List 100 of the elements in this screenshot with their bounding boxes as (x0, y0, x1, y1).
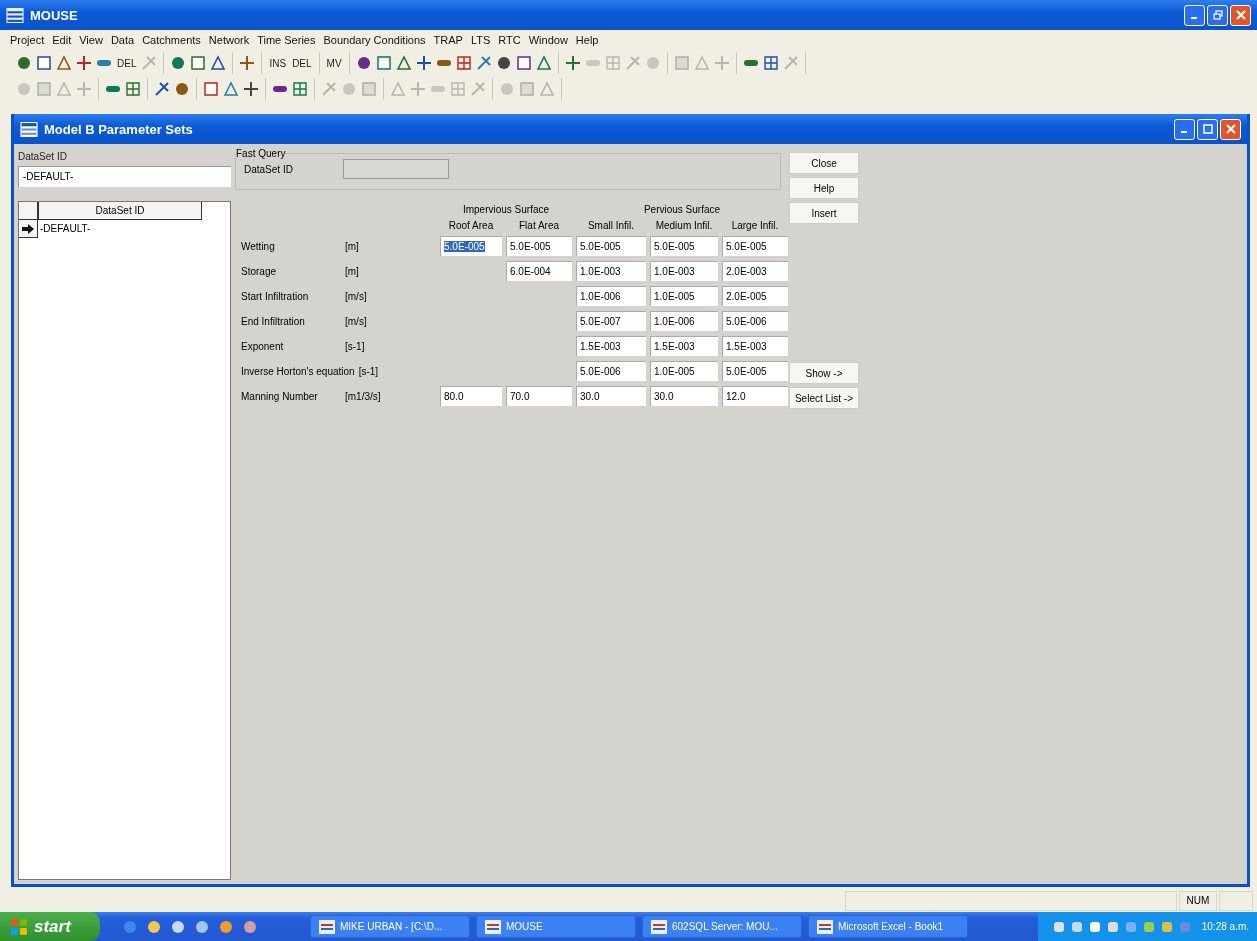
taskbar-button[interactable]: MIKE URBAN - [C:\D... (310, 915, 470, 938)
minimize-button[interactable] (1184, 4, 1205, 26)
value-field[interactable]: 1.0E-003 (650, 261, 718, 281)
tool-icon[interactable] (210, 55, 227, 71)
value-field[interactable]: 6.0E-004 (506, 261, 572, 281)
tool-icon[interactable] (16, 55, 32, 71)
tool-icon[interactable] (243, 81, 259, 97)
value-field[interactable]: 5.0E-006 (576, 361, 646, 381)
row-selector[interactable] (19, 220, 38, 238)
menu-item[interactable]: Boundary Conditions (323, 34, 426, 46)
toolbar-button[interactable]: MV (325, 57, 343, 69)
maximize-button[interactable] (1197, 118, 1218, 140)
value-field[interactable]: 5.0E-005 (576, 236, 646, 256)
query-field[interactable] (342, 159, 449, 179)
menu-item[interactable]: Catchments (142, 34, 201, 46)
tool-icon[interactable] (415, 55, 432, 71)
menu-item[interactable]: Help (575, 34, 599, 46)
value-field[interactable]: 1.5E-003 (650, 336, 718, 356)
value-field[interactable]: 5.0E-006 (722, 311, 788, 331)
value-field[interactable]: 30.0 (650, 386, 718, 406)
tool-icon[interactable] (292, 81, 308, 97)
tool-icon[interactable] (375, 55, 392, 71)
value-field[interactable]: 2.0E-003 (722, 261, 788, 281)
toolbar-button[interactable]: DEL (116, 57, 138, 69)
value-field[interactable]: 5.0E-005 (722, 236, 788, 256)
value-field[interactable]: 1.0E-003 (576, 261, 646, 281)
tool-icon[interactable] (475, 55, 492, 71)
table-cell[interactable]: -DEFAULT- (38, 220, 91, 238)
value-field[interactable]: 1.5E-003 (576, 336, 646, 356)
menu-item[interactable]: View (79, 34, 103, 46)
dialog-button[interactable]: Select List -> (789, 387, 859, 409)
menu-item[interactable]: Window (528, 34, 568, 46)
parameter-label: End Infiltration (241, 315, 306, 327)
taskbar-button[interactable]: MOUSE (476, 915, 636, 938)
menu-item[interactable]: Time Series (257, 34, 316, 46)
menu-item[interactable]: Project (10, 34, 45, 46)
value-field[interactable]: 5.0E-007 (576, 311, 646, 331)
value-field[interactable]: 80.0 (440, 386, 502, 406)
tool-icon[interactable] (239, 55, 256, 71)
value-field[interactable]: 12.0 (722, 386, 788, 406)
launcher-icon[interactable] (146, 918, 162, 935)
tool-icon[interactable] (535, 55, 552, 71)
dialog-button[interactable]: Help (789, 177, 859, 199)
tool-icon[interactable] (395, 55, 412, 71)
close-button[interactable] (1220, 118, 1241, 140)
tool-icon[interactable] (56, 55, 72, 71)
tool-icon[interactable] (174, 81, 190, 97)
tool-icon[interactable] (170, 55, 187, 71)
value-field[interactable]: 1.0E-005 (650, 361, 718, 381)
menu-item[interactable]: RTC (498, 34, 521, 46)
toolbar-button[interactable]: INS (268, 57, 288, 69)
tray-icon[interactable] (1051, 919, 1066, 934)
value-field[interactable]: 5.0E-005 (440, 236, 502, 256)
column-header[interactable]: DataSet ID (38, 202, 202, 220)
tray-icon[interactable] (1069, 919, 1084, 934)
tool-icon[interactable] (76, 55, 92, 71)
toolbar-button[interactable]: DEL (291, 57, 313, 69)
menu-item[interactable]: Network (208, 34, 250, 46)
tray-icon[interactable] (1105, 919, 1120, 934)
menu-item[interactable]: Data (110, 34, 135, 46)
tool-icon[interactable] (355, 55, 372, 71)
tool-icon[interactable] (154, 81, 170, 97)
value-field[interactable]: 1.0E-006 (576, 286, 646, 306)
tool-icon[interactable] (203, 81, 219, 97)
launcher-icon[interactable] (218, 918, 234, 935)
value-field[interactable]: 2.0E-005 (722, 286, 788, 306)
value-field[interactable]: 1.0E-005 (650, 286, 718, 306)
menu-item[interactable]: TRAP (433, 34, 463, 46)
taskbar-button[interactable]: Microsoft Excel - Book1 (808, 915, 968, 938)
close-button[interactable] (1230, 4, 1251, 26)
launcher-icon[interactable] (242, 918, 258, 935)
tool-icon[interactable] (515, 55, 532, 71)
dataset-field[interactable]: -DEFAULT- (18, 166, 231, 187)
tool-icon[interactable] (190, 55, 207, 71)
value-field[interactable]: 5.0E-005 (650, 236, 718, 256)
parameter-label: Storage (241, 265, 278, 277)
tool-icon[interactable] (36, 55, 52, 71)
tool-icon[interactable] (762, 55, 779, 71)
minimize-button[interactable] (1174, 118, 1195, 140)
dialog-button[interactable]: Show -> (789, 362, 859, 384)
value-field[interactable]: 70.0 (506, 386, 572, 406)
tool-icon[interactable] (223, 81, 239, 97)
value-field[interactable]: 5.0E-005 (722, 361, 788, 381)
tool-icon[interactable] (564, 55, 581, 71)
value-field[interactable]: 1.5E-003 (722, 336, 788, 356)
value-field[interactable]: 5.0E-005 (506, 236, 572, 256)
dialog-button[interactable]: Close (789, 152, 859, 174)
value-field[interactable]: 30.0 (576, 386, 646, 406)
tool-icon[interactable] (495, 55, 512, 71)
restore-button[interactable] (1207, 4, 1228, 26)
menu-item[interactable]: LTS (470, 34, 491, 46)
value-field[interactable]: 1.0E-006 (650, 311, 718, 331)
tool-icon[interactable] (125, 81, 141, 97)
dialog-button[interactable]: Insert (789, 202, 859, 224)
launcher-icon[interactable] (194, 918, 210, 935)
tray-icon[interactable] (1087, 919, 1102, 934)
tool-icon[interactable] (455, 55, 472, 71)
taskbar-button[interactable]: 602SQL Server: MOU... (642, 915, 802, 938)
launcher-icon[interactable] (170, 918, 186, 935)
menu-item[interactable]: Edit (52, 34, 72, 46)
